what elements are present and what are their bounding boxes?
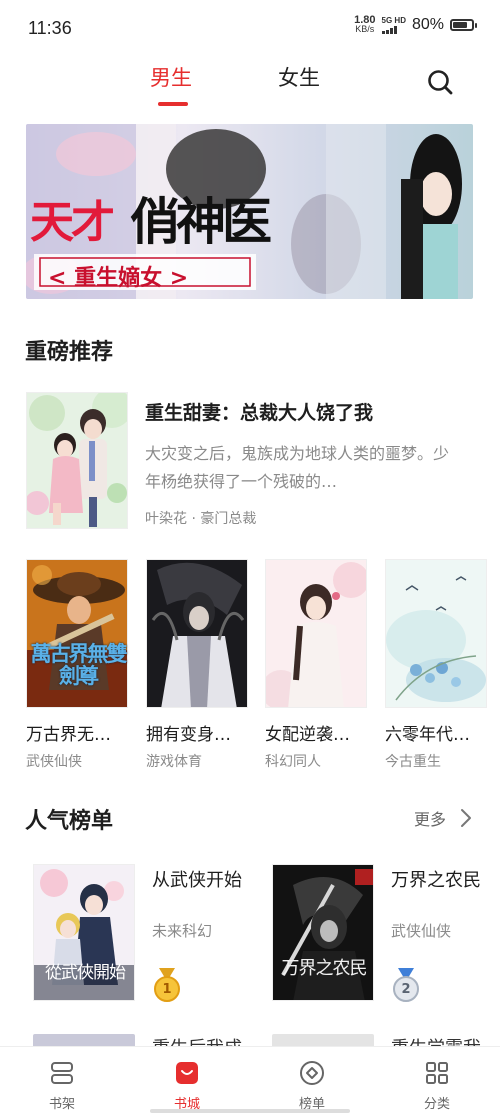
featured-book-meta: 叶染花 · 豪门总裁 <box>145 511 257 527</box>
grid-book-title[interactable]: 六零年代… <box>385 720 497 745</box>
grid-book-title[interactable]: 拥有变身… <box>146 720 258 745</box>
grid-book-1[interactable]: 萬古界無雙劍尊 万古界无… 武侠仙侠 <box>26 559 128 771</box>
ranking-diamond-icon <box>300 1061 324 1085</box>
tab-male[interactable]: 男生 <box>150 62 192 92</box>
book-cover[interactable] <box>146 559 248 708</box>
status-indicators: 1.80 KB/s 5G HD 80% <box>354 15 477 34</box>
nav-bookshelf[interactable]: 书架 <box>32 1059 92 1112</box>
grid-book-tag: 今古重生 <box>385 754 441 770</box>
rank-book-title[interactable]: 从武侠开始 <box>152 866 242 892</box>
rank-book-1[interactable]: 從武俠開始 从武侠开始 未来科幻 1 <box>33 864 263 1004</box>
book-cover[interactable] <box>265 559 367 708</box>
network-type: 5G HD <box>381 16 406 25</box>
book-cover[interactable] <box>385 559 487 708</box>
rank-number: 1 <box>162 982 172 997</box>
more-label: 更多 <box>413 810 446 829</box>
banner-title-black: 俏神医 <box>130 192 272 251</box>
rank-book-2[interactable]: 万界之农民 万界之农民 武侠仙侠 2 <box>272 864 500 1004</box>
nav-label: 分类 <box>423 1097 450 1112</box>
rank-book-title[interactable]: 万界之农民 <box>391 866 481 892</box>
promo-banner[interactable]: 天才 俏神医 < 重生嫡女 > <box>26 124 473 299</box>
featured-book-title[interactable]: 重生甜妻：总裁大人饶了我 <box>145 398 373 425</box>
book-cover[interactable]: 万界之农民 <box>272 864 374 1001</box>
nav-bookstore[interactable]: 书城 <box>157 1059 217 1112</box>
battery-level <box>453 22 467 28</box>
nav-label: 书架 <box>48 1097 75 1112</box>
network-speed: 1.80 KB/s <box>354 15 375 34</box>
grid-book-4[interactable]: 六零年代… 今古重生 <box>385 559 487 771</box>
cover-title: 萬古界無雙劍尊 <box>30 642 128 688</box>
featured-section-title: 重磅推荐 <box>25 340 114 365</box>
battery-percent: 80% <box>411 16 444 33</box>
bookshelf-icon <box>51 1062 73 1084</box>
bottom-navigation: 书架 书城 榜单 分类 <box>0 1046 500 1115</box>
nav-category[interactable]: 分类 <box>407 1059 467 1112</box>
rank-book-tag: 未来科幻 <box>152 922 213 940</box>
bookstore-bag-icon <box>176 1062 198 1084</box>
silver-medal-icon: 2 <box>392 968 420 1002</box>
category-grid-icon <box>426 1062 448 1084</box>
grid-book-3[interactable]: 女配逆袭… 科幻同人 <box>265 559 367 771</box>
gender-tabs: 男生 女生 <box>0 60 500 112</box>
search-icon[interactable] <box>426 68 454 96</box>
book-cover[interactable]: 從武俠開始 <box>33 864 135 1001</box>
grid-book-title[interactable]: 万古界无… <box>26 720 138 745</box>
battery-icon <box>450 19 477 31</box>
grid-book-tag: 科幻同人 <box>265 754 321 770</box>
book-cover[interactable] <box>26 392 128 529</box>
status-bar: 11:36 1.80 KB/s 5G HD 80% <box>0 0 500 56</box>
grid-book-2[interactable]: 拥有变身… 游戏体育 <box>146 559 248 771</box>
more-link[interactable]: 更多 <box>414 806 472 830</box>
status-time: 11:36 <box>28 18 72 38</box>
tab-female[interactable]: 女生 <box>278 62 320 92</box>
cover-title: 万界之农民 <box>281 958 368 979</box>
cover-title: 從武俠開始 <box>45 963 126 983</box>
book-cover[interactable]: 萬古界無雙劍尊 <box>26 559 128 708</box>
grid-book-tag: 武侠仙侠 <box>26 754 82 770</box>
rank-number: 2 <box>401 982 411 997</box>
grid-book-title[interactable]: 女配逆袭… <box>265 720 377 745</box>
chevron-right-icon <box>461 809 471 827</box>
ranking-section-title: 人气榜单 <box>25 809 114 834</box>
banner-subtitle: < 重生嫡女 > <box>48 266 189 291</box>
active-tab-indicator <box>158 102 188 106</box>
home-indicator[interactable] <box>150 1109 350 1113</box>
nav-ranking[interactable]: 榜单 <box>282 1059 342 1112</box>
featured-book[interactable]: 重生甜妻：总裁大人饶了我 大灾变之后，鬼族成为地球人类的噩梦。少年杨绝获得了一个… <box>26 392 474 530</box>
featured-book-description: 大灾变之后，鬼族成为地球人类的噩梦。少年杨绝获得了一个残破的… <box>145 444 450 491</box>
banner-title-red: 天才 <box>30 197 115 248</box>
signal-icon: 5G HD <box>381 16 406 34</box>
grid-book-tag: 游戏体育 <box>146 754 202 770</box>
network-speed-unit: KB/s <box>355 24 375 34</box>
rank-book-tag: 武侠仙侠 <box>391 922 452 940</box>
gold-medal-icon: 1 <box>153 968 181 1002</box>
